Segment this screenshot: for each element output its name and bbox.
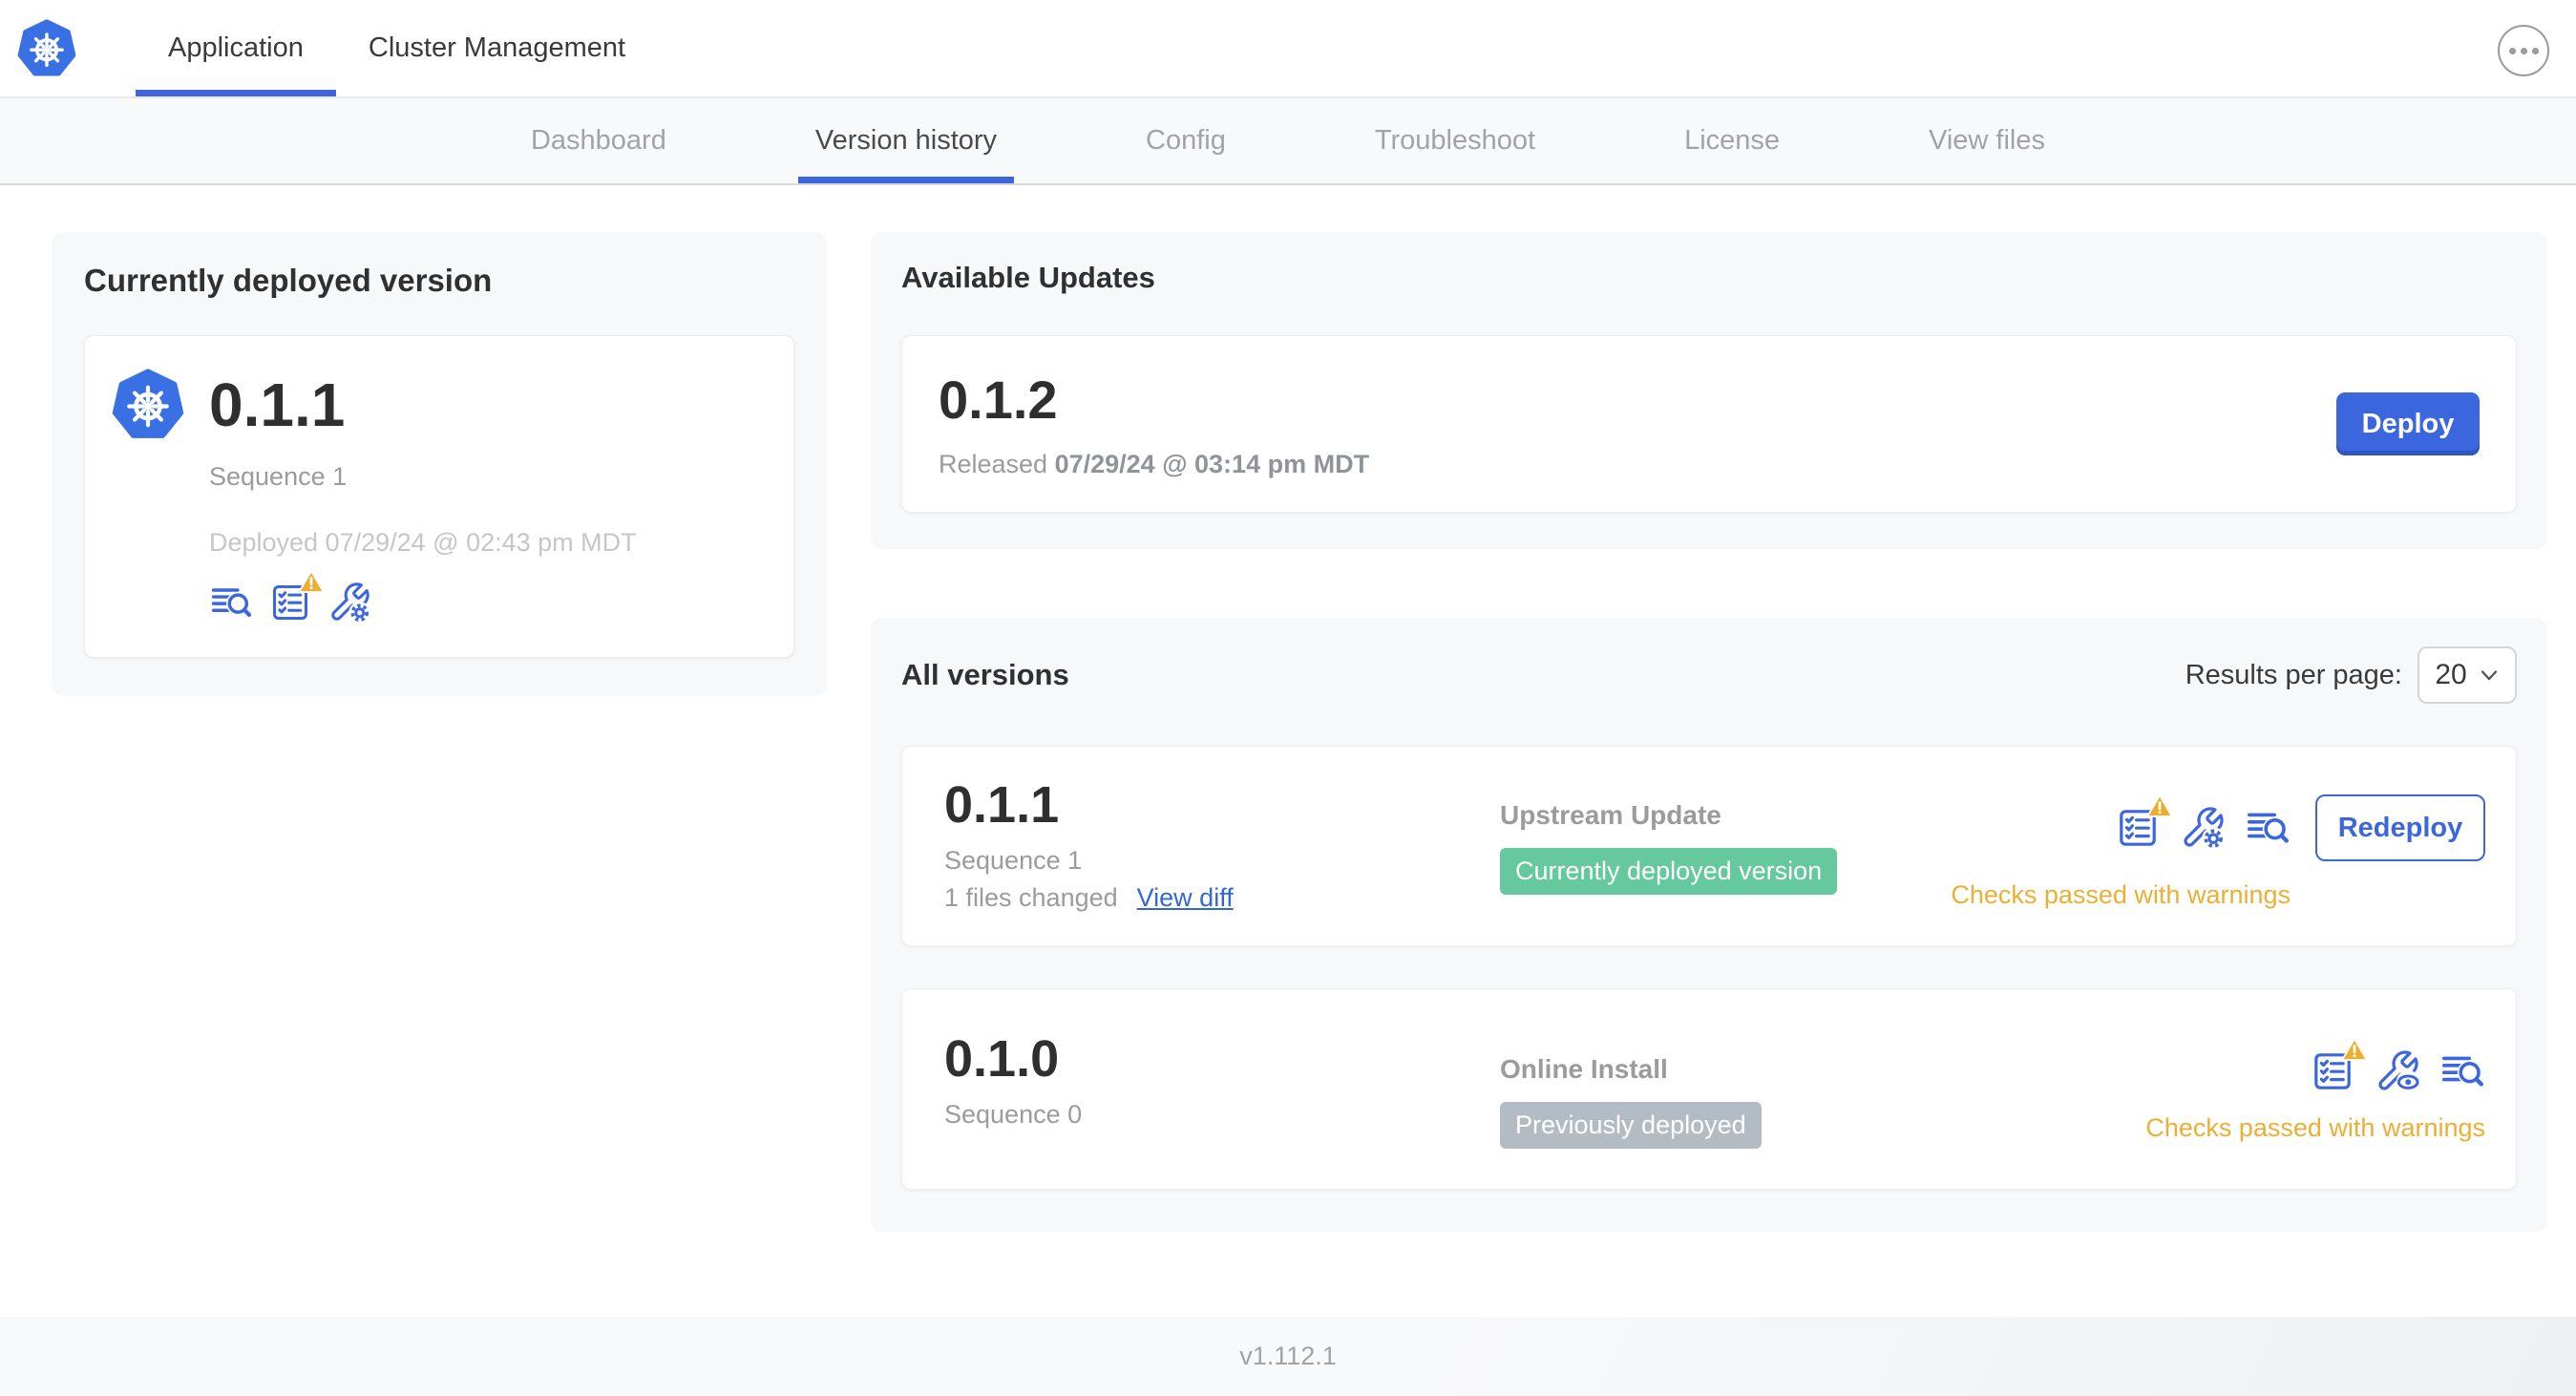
tab-version-history[interactable]: Version history <box>797 98 1015 183</box>
chevron-down-icon <box>2481 670 2497 681</box>
available-updates-title: Available Updates <box>901 261 1155 294</box>
row-files-changed: 1 files changed <box>944 883 1118 912</box>
overflow-menu-button[interactable] <box>2498 25 2549 76</box>
status-badge-previously-deployed: Previously deployed <box>1500 1102 1762 1149</box>
ellipsis-icon <box>2508 47 2516 54</box>
preflight-checks-warning-icon[interactable] <box>2310 1037 2368 1094</box>
top-tab-bar: Application Cluster Management <box>136 0 658 96</box>
tab-cluster-management-label: Cluster Management <box>368 32 626 63</box>
deployed-version-tile: 0.1.1 Sequence 1 Deployed 07/29/24 @ 02:… <box>84 335 794 658</box>
deploy-logs-icon[interactable] <box>2439 1048 2485 1094</box>
version-row-0-1-0: 0.1.0 Sequence 0 Online Install Previous… <box>901 988 2517 1190</box>
row-sequence: Sequence 1 <box>944 846 1083 875</box>
edit-config-icon[interactable] <box>2180 805 2226 851</box>
all-versions-title: All versions <box>901 658 1069 691</box>
update-version-number: 0.1.2 <box>939 370 1058 430</box>
available-updates-card: Available Updates 0.1.2 Released 07/29/2… <box>871 232 2547 549</box>
update-row: 0.1.2 Released 07/29/24 @ 03:14 pm MDT D… <box>901 335 2517 513</box>
app-logo-icon <box>112 369 184 441</box>
results-per-page-select[interactable]: 20 <box>2418 646 2517 704</box>
kubernetes-logo-icon <box>17 19 76 78</box>
row-source-label: Online Install <box>1500 1054 1668 1084</box>
deploy-logs-icon[interactable] <box>209 581 253 624</box>
tab-config[interactable]: Config <box>1129 98 1243 183</box>
deployed-timestamp: Deployed 07/29/24 @ 02:43 pm MDT <box>209 528 637 557</box>
top-nav: Application Cluster Management <box>0 0 2576 98</box>
tab-view-files[interactable]: View files <box>1911 98 2062 183</box>
version-row-0-1-1: 0.1.1 Sequence 1 1 files changed View di… <box>901 746 2517 946</box>
row-version-number: 0.1.1 <box>944 776 1060 834</box>
row-source-label: Upstream Update <box>1500 800 1721 830</box>
console-version-text: v1.112.1 <box>1239 1342 1337 1370</box>
preflight-checks-warning-icon[interactable] <box>268 569 325 624</box>
checks-status-text: Checks passed with warnings <box>1951 880 2291 909</box>
view-diff-link[interactable]: View diff <box>1137 883 1234 913</box>
main-content: Currently deployed version 0.1.1 Sequenc… <box>0 185 2576 1317</box>
tab-application[interactable]: Application <box>136 0 336 96</box>
deploy-button[interactable]: Deploy <box>2336 392 2480 455</box>
edit-config-icon[interactable] <box>327 581 371 624</box>
tab-license[interactable]: License <box>1667 98 1797 183</box>
warning-triangle-icon <box>2341 1037 2368 1062</box>
row-version-number: 0.1.0 <box>944 1030 1060 1088</box>
update-released-line: Released 07/29/24 @ 03:14 pm MDT <box>939 450 1370 478</box>
preflight-checks-warning-icon[interactable] <box>2115 793 2173 851</box>
tab-dashboard[interactable]: Dashboard <box>514 98 684 183</box>
app-sub-nav: Dashboard Version history Config Trouble… <box>0 98 2576 185</box>
redeploy-button[interactable]: Redeploy <box>2315 794 2485 861</box>
deployed-version-number: 0.1.1 <box>209 370 346 439</box>
checks-status-text: Checks passed with warnings <box>2145 1113 2485 1142</box>
currently-deployed-title: Currently deployed version <box>84 263 493 298</box>
tab-troubleshoot[interactable]: Troubleshoot <box>1358 98 1552 183</box>
warning-triangle-icon <box>298 569 325 594</box>
tab-application-label: Application <box>168 32 304 63</box>
currently-deployed-card: Currently deployed version 0.1.1 Sequenc… <box>52 232 827 696</box>
view-config-icon[interactable] <box>2375 1048 2420 1094</box>
update-released-date: 07/29/24 @ 03:14 pm MDT <box>1054 450 1370 478</box>
deploy-logs-icon[interactable] <box>2245 805 2291 851</box>
results-per-page-label: Results per page: <box>2185 659 2402 690</box>
warning-triangle-icon <box>2146 793 2173 818</box>
tab-cluster-management[interactable]: Cluster Management <box>336 0 658 96</box>
all-versions-card: All versions Results per page: 20 0.1.1 … <box>871 618 2547 1232</box>
row-sequence: Sequence 0 <box>944 1100 1083 1129</box>
deployed-sequence: Sequence 1 <box>209 462 348 491</box>
footer: v1.112.1 <box>0 1317 2576 1396</box>
status-badge-currently-deployed: Currently deployed version <box>1500 848 1838 895</box>
